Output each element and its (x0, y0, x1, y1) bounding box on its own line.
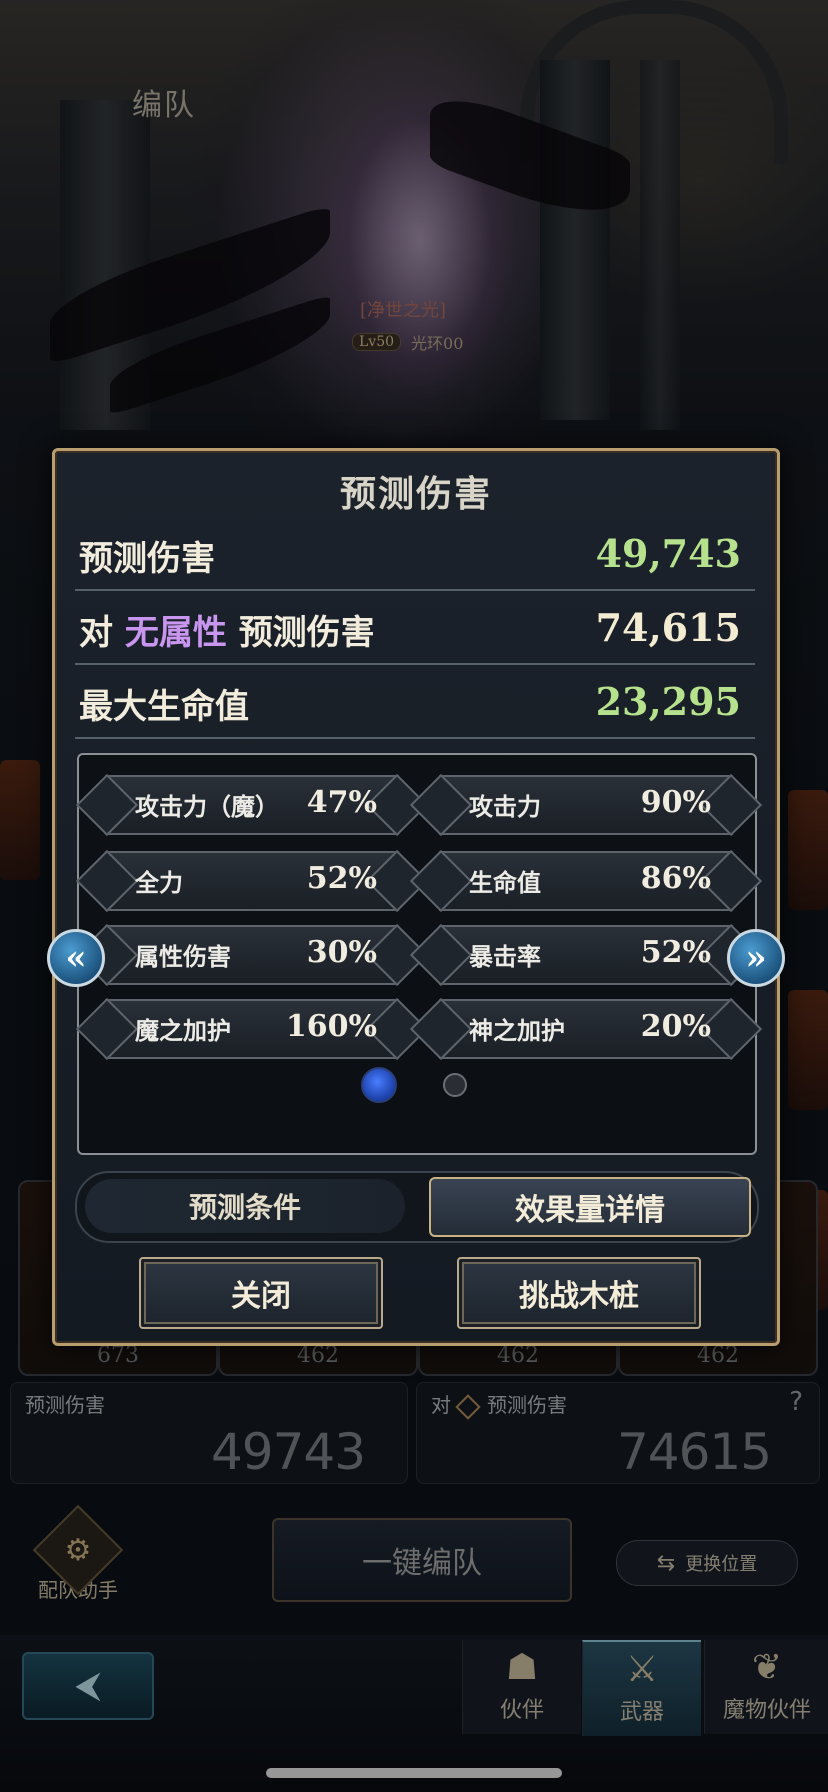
next-page-button[interactable]: » (727, 929, 785, 987)
stat-cell: 攻击力（魔） 47% (75, 773, 429, 837)
tab-effect-details[interactable]: 效果量详情 (429, 1177, 751, 1237)
suffix-text: 预测伤害 (238, 613, 375, 653)
stat-cell: 属性伤害 30% (75, 923, 429, 987)
row-value: 23,295 (595, 679, 741, 724)
stat-label: 生命值 (469, 869, 541, 897)
stat-cell: 魔之加护 160% (75, 997, 429, 1061)
row-value: 49,743 (595, 531, 741, 576)
dialog-title: 预测伤害 (339, 473, 492, 515)
stat-value: 86% (640, 861, 711, 896)
stat-label: 全力 (135, 869, 183, 897)
stat-value: 90% (640, 785, 711, 820)
stat-cell: 神之加护 20% (409, 997, 763, 1061)
stats-panel: 攻击力（魔） 47% 攻击力 90% 全力 52% 生命值 86% 属性伤害 3… (75, 753, 763, 1155)
stat-cell: 全力 52% (75, 849, 429, 913)
view-toggle: 预测条件 效果量详情 (75, 1171, 759, 1243)
prefix-text: 对 (79, 613, 113, 653)
stat-label: 属性伤害 (135, 943, 231, 971)
summary-row-max-hp: 最大生命值 23,295 (75, 663, 755, 739)
stat-cell: 生命值 86% (409, 849, 763, 913)
summary-row-predicted-damage: 预测伤害 49,743 (75, 515, 755, 591)
predicted-damage-dialog: 预测伤害 预测伤害 49,743 对 无属性 预测伤害 74,615 最大生命值… (47, 448, 785, 1346)
stat-value: 30% (306, 935, 377, 970)
close-button[interactable]: 关闭 (139, 1257, 383, 1329)
stat-value: 52% (640, 935, 711, 970)
stat-cell: 暴击率 52% (409, 923, 763, 987)
stat-cell: 攻击力 90% (409, 773, 763, 837)
page-dot-active[interactable] (361, 1067, 397, 1103)
tab-prediction-conditions[interactable]: 预测条件 (85, 1179, 405, 1233)
row-value: 74,615 (595, 605, 741, 650)
stat-label: 攻击力（魔） (135, 793, 279, 821)
summary-row-attribute-damage: 对 无属性 预测伤害 74,615 (75, 589, 755, 665)
stat-label: 神之加护 (469, 1017, 565, 1045)
stat-label: 攻击力 (469, 793, 541, 821)
double-chevron-left-icon: « (65, 938, 87, 978)
page-dot[interactable] (443, 1073, 467, 1097)
attribute-name: 无属性 (124, 613, 227, 653)
stat-label: 魔之加护 (135, 1017, 231, 1045)
stat-value: 47% (306, 785, 377, 820)
row-label: 最大生命值 (79, 687, 249, 727)
page-indicator (79, 1065, 755, 1105)
double-chevron-right-icon: » (745, 938, 767, 978)
prev-page-button[interactable]: « (47, 929, 105, 987)
challenge-dummy-button[interactable]: 挑战木桩 (457, 1257, 701, 1329)
stat-value: 20% (640, 1009, 711, 1044)
stat-label: 暴击率 (469, 943, 541, 971)
stat-value: 52% (306, 861, 377, 896)
row-label: 预测伤害 (79, 539, 215, 579)
row-label: 对 无属性 预测伤害 (79, 605, 375, 654)
stat-value: 160% (285, 1009, 377, 1044)
